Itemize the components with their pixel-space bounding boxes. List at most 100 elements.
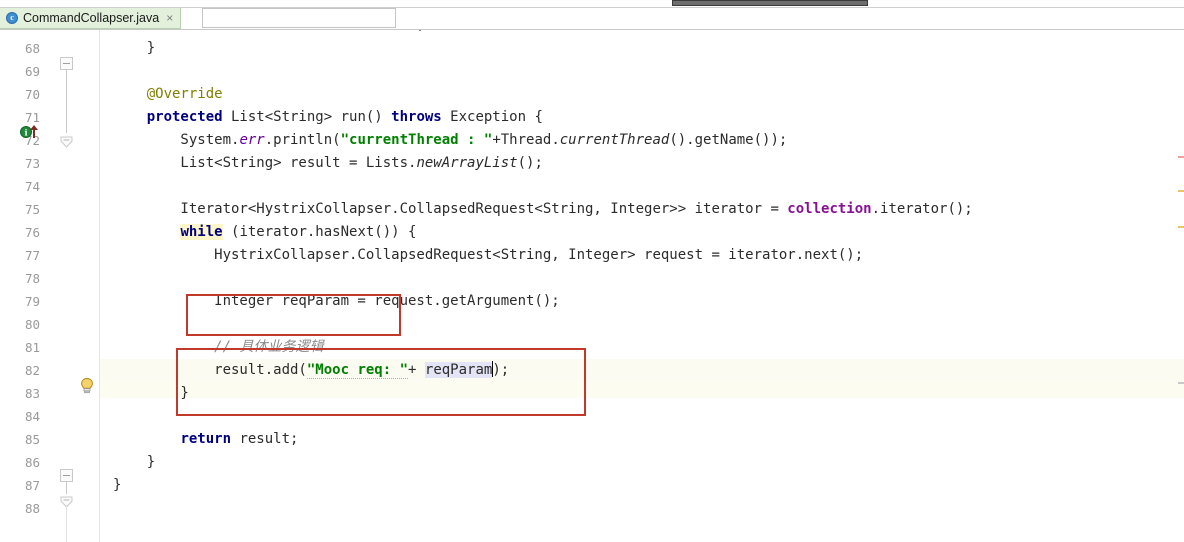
line-number: 69 (24, 64, 40, 79)
code-line-85[interactable]: return result; (100, 428, 1184, 451)
line-number: 88 (24, 501, 40, 516)
code-line-78[interactable] (100, 267, 1184, 290)
code-token-err: err (239, 132, 265, 148)
code-token-this-collection: this.collection (180, 30, 306, 33)
code-line-72[interactable]: System.err.println("currentThread : "+Th… (100, 129, 1184, 152)
line-number: 80 (24, 317, 40, 332)
code-editor[interactable]: 67 68 69 70 71 72 73 74 75 76 77 78 79 8… (0, 30, 1184, 542)
editor-gutter[interactable]: 67 68 69 70 71 72 73 74 75 76 77 78 79 8… (0, 30, 100, 542)
error-stripe-mark[interactable] (1178, 190, 1184, 192)
fold-marker-end[interactable] (60, 493, 73, 508)
code-line-75[interactable]: Iterator<HystrixCollapser.CollapsedReque… (100, 198, 1184, 221)
code-token-newarraylist: newArrayList (416, 155, 518, 171)
code-token: System. (113, 132, 240, 148)
line-number: 74 (24, 179, 40, 194)
line-number: 85 (24, 432, 40, 447)
code-line-67[interactable]: this.collection = collection; (100, 30, 1184, 37)
tab-commandcollapser-java[interactable]: c CommandCollapser.java × (0, 8, 182, 29)
editor-tab-strip: c CommandCollapser.java × (0, 8, 1184, 30)
line-number: 76 (24, 225, 40, 240)
line-number: 77 (24, 248, 40, 263)
code-token: HystrixCollapser.CollapsedRequest<String… (113, 247, 864, 263)
code-line-74[interactable] (100, 175, 1184, 198)
tab-label: CommandCollapser.java (23, 11, 160, 25)
idea-editor-window: c CommandCollapser.java × 67 68 69 70 71… (0, 0, 1184, 542)
close-icon[interactable]: × (166, 12, 173, 24)
line-number: 87 (24, 478, 40, 493)
code-token-return: return (180, 431, 232, 447)
code-line-82[interactable]: result.add("Mooc req: "+ reqParam); (100, 359, 1184, 382)
lightbulb-glyph (81, 377, 93, 394)
code-token: Integer reqParam = request.getArgument()… (113, 293, 560, 309)
line-number: 83 (24, 386, 40, 401)
fold-marker-collapse[interactable] (60, 57, 73, 70)
code-token: = collection; (307, 30, 425, 33)
fold-rail-line (66, 70, 67, 133)
code-line-71[interactable]: protected List<String> run() throws Exce… (100, 106, 1184, 129)
code-token-reqparam-selected: reqParam (424, 362, 493, 378)
code-line-70[interactable]: @Override (100, 83, 1184, 106)
fold-marker-collapse[interactable] (60, 469, 73, 482)
code-token-protected: protected (146, 109, 223, 125)
line-number: 70 (24, 87, 40, 102)
code-line-77[interactable]: HystrixCollapser.CollapsedRequest<String… (100, 244, 1184, 267)
code-line-73[interactable]: List<String> result = Lists.newArrayList… (100, 152, 1184, 175)
code-token: +Thread. (492, 132, 560, 148)
line-number: 79 (24, 294, 40, 309)
code-token: List<String> result = Lists. (113, 155, 417, 171)
code-token: } (113, 477, 122, 493)
code-token: } (113, 40, 156, 56)
line-number: 78 (24, 271, 40, 286)
intention-bulb-icon[interactable] (79, 377, 95, 395)
code-line-83[interactable]: } (100, 382, 1184, 405)
code-token: (iterator.hasNext()) { (222, 224, 417, 240)
java-class-icon: c (6, 12, 18, 24)
line-number: 81 (24, 340, 40, 355)
code-line-79[interactable]: Integer reqParam = request.getArgument()… (100, 290, 1184, 313)
line-number: 73 (24, 156, 40, 171)
code-token-throws: throws (391, 109, 442, 125)
code-token-currentthread: currentThread (559, 132, 670, 148)
code-token-string-currentthread: "currentThread : " (340, 132, 493, 148)
line-number: 68 (24, 41, 40, 56)
code-token: Iterator<HystrixCollapser.CollapsedReque… (113, 201, 788, 217)
code-line-69[interactable] (100, 60, 1184, 83)
code-token: ().getName()); (669, 132, 788, 148)
code-token: } (113, 385, 189, 401)
code-line-87[interactable]: } (100, 474, 1184, 497)
code-line-76[interactable]: while (iterator.hasNext()) { (100, 221, 1184, 244)
svg-text:i: i (24, 128, 27, 138)
code-line-88[interactable] (100, 497, 1184, 520)
fold-end-glyph (60, 136, 73, 148)
code-token: result; (231, 431, 299, 447)
code-token-while-highlighted: while (180, 224, 223, 240)
code-token: .iterator(); (871, 201, 973, 217)
fold-rail-line (66, 505, 67, 542)
error-stripe-mark[interactable] (1178, 226, 1184, 228)
code-line-84[interactable] (100, 405, 1184, 428)
code-line-80[interactable] (100, 313, 1184, 336)
code-token-comment-business-logic: // 具体业务逻辑 (214, 339, 324, 355)
code-line-86[interactable]: } (100, 451, 1184, 474)
code-token: Exception { (441, 109, 543, 125)
line-number: 86 (24, 455, 40, 470)
code-line-81[interactable]: // 具体业务逻辑 (100, 336, 1184, 359)
code-token: + (408, 362, 425, 378)
error-stripe-mark[interactable] (1178, 382, 1184, 384)
code-token-collection-field: collection (787, 201, 872, 217)
line-number: 75 (24, 202, 40, 217)
code-token-string-mooc-req: "Mooc req: " (306, 362, 409, 379)
code-line-68[interactable]: } (100, 37, 1184, 60)
override-method-icon[interactable]: i (20, 123, 42, 139)
toolbar-strip (672, 0, 868, 6)
error-stripe-mark[interactable] (1178, 156, 1184, 158)
line-number: 67 (0, 30, 40, 37)
tab-strip-empty-slot (202, 8, 396, 28)
code-token: .println( (264, 132, 341, 148)
line-number: 82 (24, 363, 40, 378)
fold-marker-end[interactable] (60, 133, 73, 148)
code-token: } (113, 454, 156, 470)
code-token: List<String> run() (222, 109, 392, 125)
code-token: result.add( (113, 362, 307, 378)
line-number: 84 (24, 409, 40, 424)
